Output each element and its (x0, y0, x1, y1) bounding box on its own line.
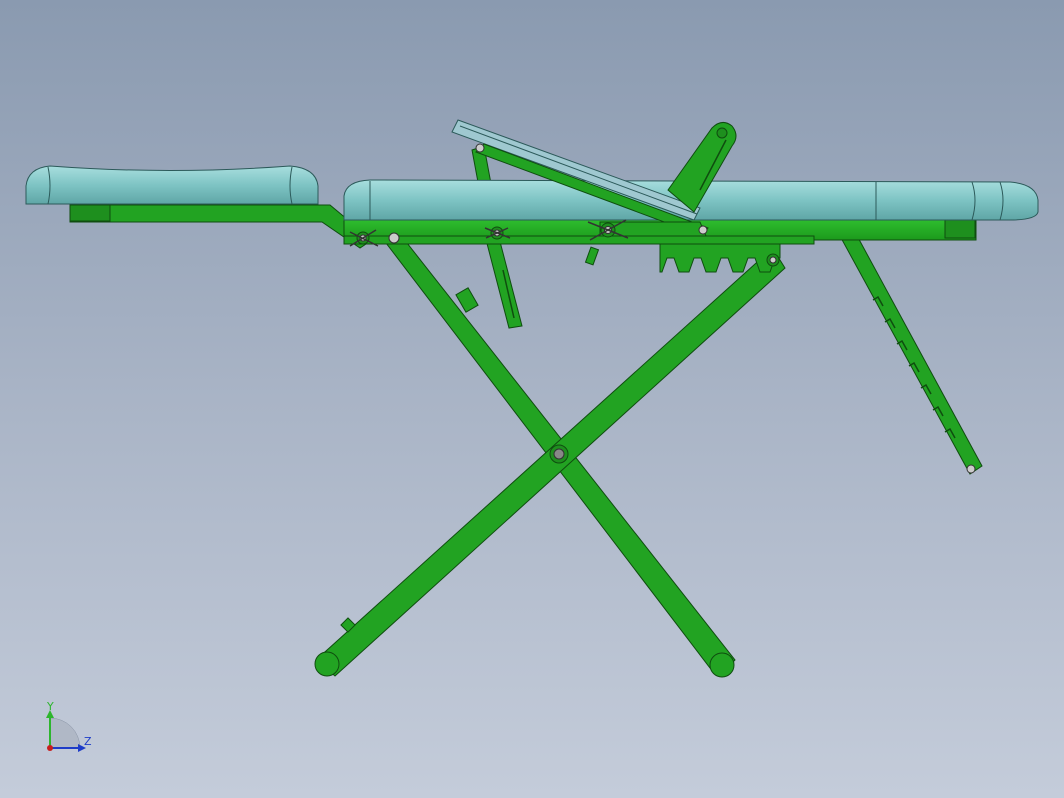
link-end-pin (698, 225, 708, 235)
coordinate-triad: Y Z (46, 700, 92, 752)
arm-top-pin (475, 143, 485, 153)
bracket-top-pin (716, 127, 728, 139)
seat-frame-lower-rail (343, 235, 815, 245)
triad-origin-icon (47, 745, 53, 751)
z-axis-label: Z (84, 735, 92, 748)
seat-frame-end-block (944, 219, 976, 239)
x-leg-front (315, 251, 786, 677)
triad-quarter-disc (49, 717, 81, 749)
front-leg-bolt-icon (388, 232, 400, 244)
folding-chair-model: Y Z (25, 119, 1039, 752)
slotted-rear-leg (839, 231, 983, 475)
locking-rack (659, 243, 781, 273)
center-pivot-bolt-icon (553, 448, 565, 460)
latch-block (455, 287, 479, 313)
y-axis-label: Y (46, 700, 54, 713)
cad-viewport[interactable]: Y Z (0, 0, 1064, 798)
hanging-slotted-strut (483, 229, 523, 329)
legrest-frame (69, 204, 373, 249)
legrest-cushion (25, 165, 319, 205)
x-leg-front-foot (314, 651, 340, 677)
x-leg-rear-foot (709, 652, 735, 678)
legrest-end-block (69, 204, 111, 222)
rear-leg-end-pin (966, 464, 976, 474)
rack-pivot-bolt-icon (769, 256, 777, 264)
small-latch (584, 246, 600, 266)
